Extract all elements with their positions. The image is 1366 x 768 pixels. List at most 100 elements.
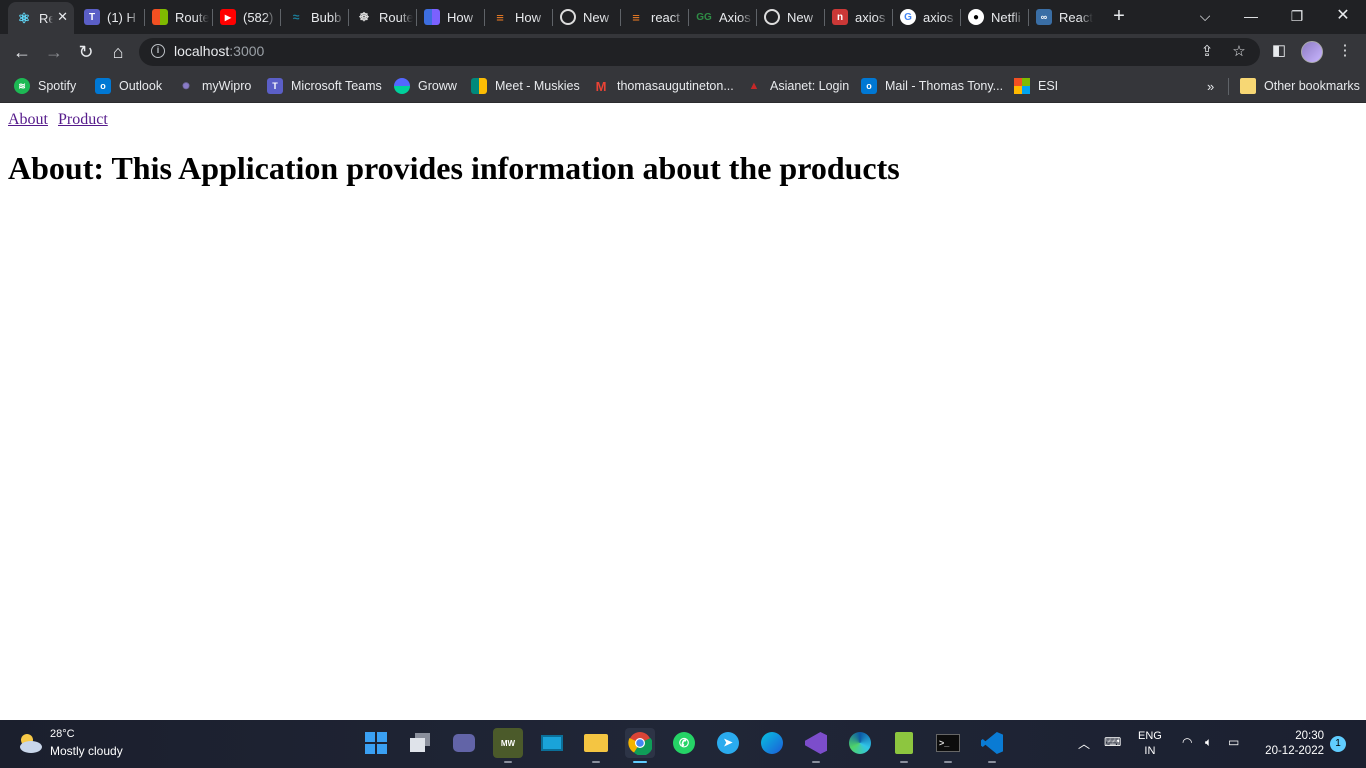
about-link[interactable]: About	[8, 111, 48, 128]
bookmark-label: thomasaugutineton...	[617, 79, 734, 93]
tab-how-2[interactable]: ≡ How	[484, 3, 552, 31]
youtube-icon: ▶	[220, 9, 236, 25]
more-bookmarks-button[interactable]: »	[1207, 79, 1214, 94]
address-bar[interactable]: i localhost:3000 ⇪ ☆	[139, 38, 1260, 66]
tab-title: (1) H	[107, 9, 136, 25]
bookmark-label: Microsoft Teams	[291, 79, 382, 93]
visual-studio-icon[interactable]	[801, 728, 831, 763]
tab-title: New	[787, 9, 814, 25]
weather-icon[interactable]	[16, 729, 44, 757]
tab-title: New	[583, 9, 610, 25]
forward-button[interactable]: →	[42, 40, 66, 64]
whatsapp-icon[interactable]: ✆	[669, 728, 699, 758]
new-tab-button[interactable]: +	[1109, 6, 1129, 26]
bookmarks-bar: ≋ Spotify o Outlook ✺ myWipro T Microsof…	[0, 70, 1366, 103]
reload-button[interactable]: ↻	[74, 40, 98, 64]
bookmark-outlook[interactable]: o Outlook	[95, 76, 162, 96]
share-icon[interactable]: ⇪	[1197, 42, 1217, 62]
telegram-icon[interactable]: ➤	[713, 728, 743, 758]
grid-icon	[424, 9, 440, 25]
tab-search-button[interactable]: ⌵	[1190, 4, 1220, 28]
minimize-button[interactable]: —	[1236, 4, 1266, 28]
microsoft-icon	[152, 9, 168, 25]
bookmark-mywipro[interactable]: ✺ myWipro	[178, 76, 251, 96]
tab-youtube[interactable]: ▶ (582)	[212, 3, 280, 31]
bookmark-gmail[interactable]: M thomasaugutineton...	[593, 76, 734, 96]
bookmark-label: Outlook	[119, 79, 163, 93]
notepad-icon[interactable]	[889, 728, 919, 763]
file-explorer-icon[interactable]	[581, 728, 611, 763]
start-button[interactable]	[361, 728, 391, 758]
tab-new-1[interactable]: New	[552, 3, 620, 31]
outlook-icon: o	[95, 78, 111, 94]
tab-react-sandbox[interactable]: ∞ React	[1028, 3, 1096, 31]
chat-icon[interactable]	[449, 728, 479, 758]
back-button[interactable]: ←	[10, 40, 34, 64]
bubble-icon: ≈	[292, 10, 300, 24]
avatar[interactable]	[1301, 41, 1323, 63]
bookmark-star-icon[interactable]: ☆	[1229, 42, 1249, 62]
task-view-icon[interactable]	[405, 728, 435, 758]
desktop-app-icon[interactable]	[537, 728, 567, 758]
restore-button[interactable]: ❐	[1282, 4, 1312, 28]
clock[interactable]: 20:30 20-12-2022	[1258, 729, 1324, 759]
tab-bubble[interactable]: ≈ Bubb	[280, 3, 348, 31]
site-info-icon[interactable]: i	[151, 44, 165, 58]
tab-title: Route	[175, 9, 209, 25]
bookmark-label: Mail - Thomas Tony...	[885, 79, 1004, 93]
tab-axios-npm[interactable]: n axios	[824, 3, 892, 31]
bookmark-mail[interactable]: o Mail - Thomas Tony...	[861, 76, 1003, 96]
tab-how-1[interactable]: How	[416, 3, 484, 31]
microsoft-icon	[1014, 78, 1030, 94]
bookmark-asianet[interactable]: ▲ Asianet: Login	[746, 76, 850, 96]
volume-icon[interactable]: 🔈︎	[1205, 735, 1212, 750]
weather-temperature: 28°C	[50, 728, 75, 740]
tab-title: How	[515, 9, 542, 25]
clock-time: 20:30	[1295, 730, 1324, 742]
wifi-icon[interactable]: ◠	[1182, 735, 1192, 749]
tab-teams[interactable]: T (1) H	[76, 3, 144, 31]
tab-react[interactable]: ≡ react	[620, 3, 688, 31]
page-heading: About: This Application provides informa…	[8, 150, 900, 186]
home-button[interactable]: ⌂	[106, 40, 130, 64]
tab-axios-geeks[interactable]: GG Axios	[688, 3, 756, 31]
chrome-icon	[560, 9, 576, 25]
tab-github[interactable]: ● Netfli	[960, 3, 1028, 31]
bookmark-groww[interactable]: Groww	[394, 76, 457, 96]
bookmark-esi[interactable]: ESI	[1014, 76, 1058, 96]
vscode-icon[interactable]	[977, 728, 1007, 763]
edge-icon[interactable]	[845, 728, 875, 758]
show-hidden-icons[interactable]: ︿	[1078, 735, 1090, 752]
outlook-icon: o	[861, 78, 877, 94]
other-bookmarks[interactable]: Other bookmarks	[1240, 76, 1360, 96]
tab-router[interactable]: ☸ Route	[348, 3, 416, 31]
bookmark-spotify[interactable]: ≋ Spotify	[14, 76, 76, 96]
game-app-icon[interactable]: MW	[493, 728, 523, 763]
bookmark-meet[interactable]: Meet - Muskies	[471, 76, 580, 96]
tab-active[interactable]: ⚛ Re ✕	[8, 2, 74, 34]
meet-icon	[471, 78, 487, 94]
gmail-icon: M	[595, 78, 607, 94]
menu-icon[interactable]: ⋮	[1334, 40, 1356, 62]
tab-route[interactable]: Route	[144, 3, 212, 31]
terminal-icon[interactable]: >_	[933, 728, 963, 763]
tab-new-2[interactable]: New	[756, 3, 824, 31]
webex-icon[interactable]	[757, 728, 787, 758]
product-link[interactable]: Product	[58, 111, 108, 128]
language-indicator[interactable]: ENG IN	[1138, 729, 1162, 759]
notification-badge[interactable]: 1	[1330, 736, 1346, 752]
tab-axios-google[interactable]: G axios	[892, 3, 960, 31]
close-tab-icon[interactable]: ✕	[57, 9, 68, 25]
browser-chrome: ⚛ Re ✕ T (1) H Route ▶ (582) ≈ Bubb ☸ Ro…	[0, 0, 1366, 103]
bookmark-teams[interactable]: T Microsoft Teams	[267, 76, 382, 96]
close-window-button[interactable]: ✕	[1328, 4, 1358, 28]
stackoverflow-icon: ≡	[496, 9, 504, 25]
tab-title: React	[1059, 9, 1093, 25]
side-panel-icon[interactable]: ◧	[1268, 40, 1290, 62]
region-code: IN	[1144, 745, 1156, 757]
chrome-taskbar-icon[interactable]	[625, 728, 655, 763]
tab-title: Netfli	[991, 9, 1021, 25]
battery-icon[interactable]: ▭	[1228, 735, 1239, 749]
npm-icon: n	[832, 9, 848, 25]
keyboard-icon[interactable]: ⌨	[1104, 735, 1121, 749]
